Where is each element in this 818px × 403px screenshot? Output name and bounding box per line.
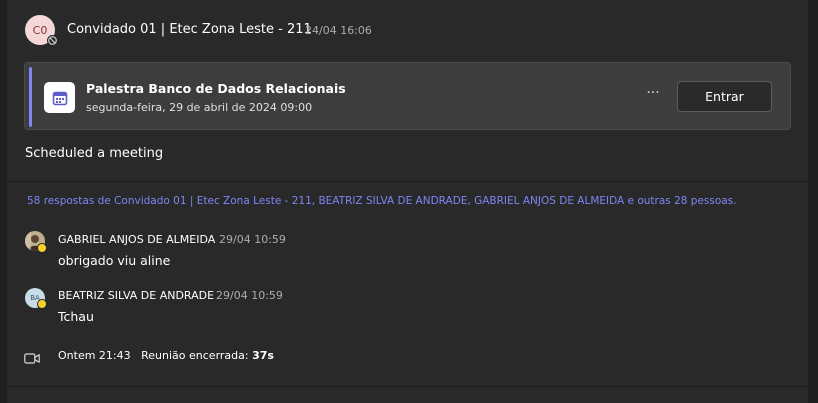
scheduled-text: Scheduled a meeting [25, 146, 164, 161]
meeting-ended-label: Reunião encerrada: [141, 349, 249, 362]
sender-name[interactable]: Convidado 01 | Etec Zona Leste - 211 [67, 22, 312, 37]
reply-author[interactable]: GABRIEL ANJOS DE ALMEIDA [58, 233, 215, 246]
reply-message: obrigado viu aline [58, 253, 171, 268]
presence-away-icon [37, 299, 47, 309]
divider [7, 181, 808, 182]
join-meeting-button[interactable]: Entrar [677, 81, 772, 112]
meeting-duration: 37s [252, 349, 274, 362]
meeting-ended-info: Ontem 21:43 Reunião encerrada: 37s [58, 349, 274, 362]
divider [7, 386, 808, 387]
calendar-icon [44, 82, 75, 113]
meeting-date: segunda-feira, 29 de abril de 2024 09:00 [86, 101, 313, 114]
meeting-accent-bar [29, 67, 32, 127]
meeting-ended-when: Ontem 21:43 [58, 349, 131, 362]
more-options-button[interactable]: ··· [641, 85, 665, 105]
sender-avatar-initials: C0 [32, 23, 48, 37]
presence-blocked-icon [47, 35, 58, 46]
replies-summary-link[interactable]: 58 respostas de Convidado 01 | Etec Zona… [27, 195, 737, 207]
reply-author[interactable]: BEATRIZ SILVA DE ANDRADE [58, 289, 214, 302]
meeting-invite-card[interactable]: Palestra Banco de Dados Relacionais segu… [24, 62, 791, 130]
reply-timestamp: 29/04 10:59 [219, 233, 286, 246]
video-camera-icon [24, 350, 40, 369]
reply-message: Tchau [58, 309, 94, 324]
meeting-title: Palestra Banco de Dados Relacionais [86, 81, 346, 96]
presence-away-icon [37, 243, 47, 253]
message-timestamp: 24/04 16:06 [305, 24, 372, 37]
reply-timestamp: 29/04 10:59 [216, 289, 283, 302]
message-card: C0 Convidado 01 | Etec Zona Leste - 211 … [7, 0, 808, 403]
